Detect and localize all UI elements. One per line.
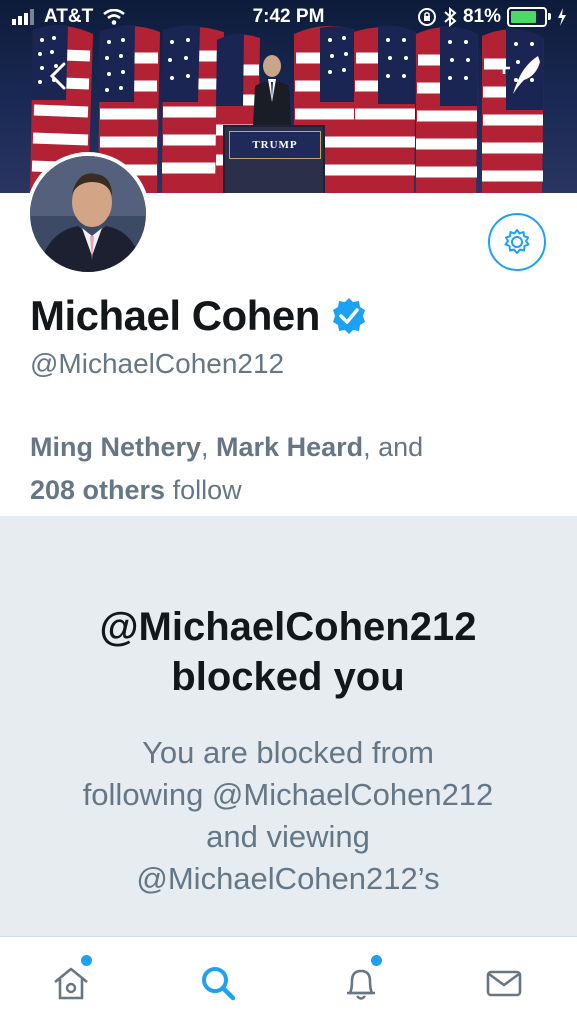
tab-notifications[interactable] bbox=[333, 953, 389, 1011]
battery-percent: 81% bbox=[462, 6, 501, 27]
bluetooth-icon bbox=[444, 7, 457, 27]
follow-suffix: follow bbox=[165, 475, 242, 505]
flag-image bbox=[354, 25, 416, 193]
gear-icon bbox=[504, 229, 530, 254]
tab-search[interactable] bbox=[190, 955, 246, 1011]
rotation-lock-icon bbox=[417, 8, 436, 26]
profile-name: Michael Cohen bbox=[30, 292, 320, 339]
search-icon bbox=[202, 967, 236, 1001]
tab-bar bbox=[0, 936, 577, 1025]
notifications-icon bbox=[347, 969, 375, 1000]
compose-tweet-icon[interactable] bbox=[496, 54, 546, 96]
others-count-link[interactable]: 208 others bbox=[30, 475, 165, 505]
blocked-description: You are blocked from following @MichaelC… bbox=[82, 735, 494, 896]
status-bar: AT&T 7:42 PM 81% bbox=[0, 0, 577, 38]
blocked-title: @MichaelCohen212 blocked you bbox=[99, 605, 477, 699]
follower-name-link[interactable]: Ming Nethery bbox=[30, 432, 201, 462]
blocked-notice: @MichaelCohen212 blocked you You are blo… bbox=[0, 516, 577, 936]
charging-icon bbox=[558, 8, 566, 26]
home-icon bbox=[54, 967, 88, 1000]
tab-messages[interactable] bbox=[476, 955, 532, 1011]
avatar[interactable] bbox=[26, 152, 150, 276]
messages-icon bbox=[486, 970, 522, 997]
followers-you-know[interactable]: Ming Nethery, Mark Heard, and 208 others… bbox=[30, 426, 560, 512]
verified-badge-icon bbox=[332, 298, 365, 334]
follower-name-link[interactable]: Mark Heard bbox=[216, 432, 363, 462]
new-content-dot bbox=[369, 953, 384, 968]
profile-handle: @MichaelCohen212 bbox=[30, 348, 285, 379]
speaker-figure bbox=[253, 55, 291, 127]
profile-name-row: Michael Cohen bbox=[30, 292, 368, 340]
battery-fill bbox=[511, 11, 537, 23]
podium-sign: TRUMP bbox=[229, 131, 321, 159]
avatar-image bbox=[30, 156, 146, 272]
flag-image bbox=[482, 28, 544, 193]
back-arrow-icon[interactable] bbox=[42, 60, 74, 92]
podium: TRUMP bbox=[223, 125, 325, 193]
battery-icon bbox=[507, 7, 551, 27]
separator-text: , and bbox=[363, 432, 424, 462]
settings-button[interactable] bbox=[488, 213, 546, 271]
flag-image bbox=[416, 26, 478, 193]
new-content-dot bbox=[79, 953, 94, 968]
separator-text: , bbox=[201, 432, 217, 462]
tab-home[interactable] bbox=[43, 953, 99, 1011]
